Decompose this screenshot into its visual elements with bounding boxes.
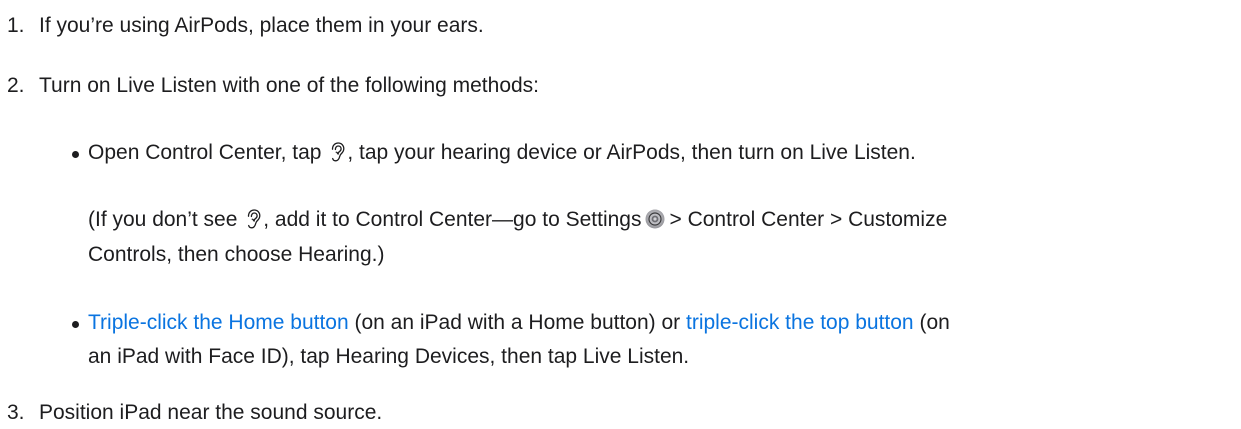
- step-text: Turn on Live Listen with one of the foll…: [39, 74, 540, 97]
- method-text-a: Open Control Center, tap: [88, 141, 328, 164]
- method-text-mid2: (on: [913, 311, 950, 334]
- step-number: 1.: [7, 14, 25, 37]
- step-number: 2.: [7, 74, 25, 97]
- bullet-icon: [72, 321, 79, 328]
- method-triple-click-line-2: an iPad with Face ID), tap Hearing Devic…: [88, 340, 689, 373]
- bullet-icon: [72, 151, 79, 158]
- note-text-a: (If you don’t see: [88, 208, 244, 231]
- method-text-mid1: (on an iPad with a Home button) or: [348, 311, 686, 334]
- method-triple-click: Triple-click the Home button (on an iPad…: [72, 306, 950, 339]
- note-line-1: (If you don’t see , add it to Control Ce…: [88, 203, 947, 236]
- triple-click-home-link[interactable]: Triple-click the Home button: [88, 311, 349, 334]
- hearing-ear-icon: [248, 209, 261, 229]
- triple-click-top-link[interactable]: triple-click the top button: [686, 311, 914, 334]
- note-text-d: Controls, then choose Hearing.): [88, 243, 385, 266]
- method-text-b: , tap your hearing device or AirPods, th…: [347, 141, 916, 164]
- method-text-line2: an iPad with Face ID), tap Hearing Devic…: [88, 345, 690, 368]
- note-text-c: > Control Center > Customize: [669, 208, 948, 231]
- step-number: 3.: [7, 401, 25, 424]
- note-line-2: Controls, then choose Hearing.): [88, 238, 385, 271]
- step-text: Position iPad near the sound source.: [39, 401, 383, 424]
- hearing-ear-icon: [332, 142, 345, 162]
- method-control-center: Open Control Center, tap , tap your hear…: [72, 136, 916, 169]
- note-text-b: , add it to Control Center—go to Setting…: [263, 208, 642, 231]
- step-text: If you’re using AirPods, place them in y…: [39, 14, 484, 37]
- settings-gear-icon: [645, 209, 665, 229]
